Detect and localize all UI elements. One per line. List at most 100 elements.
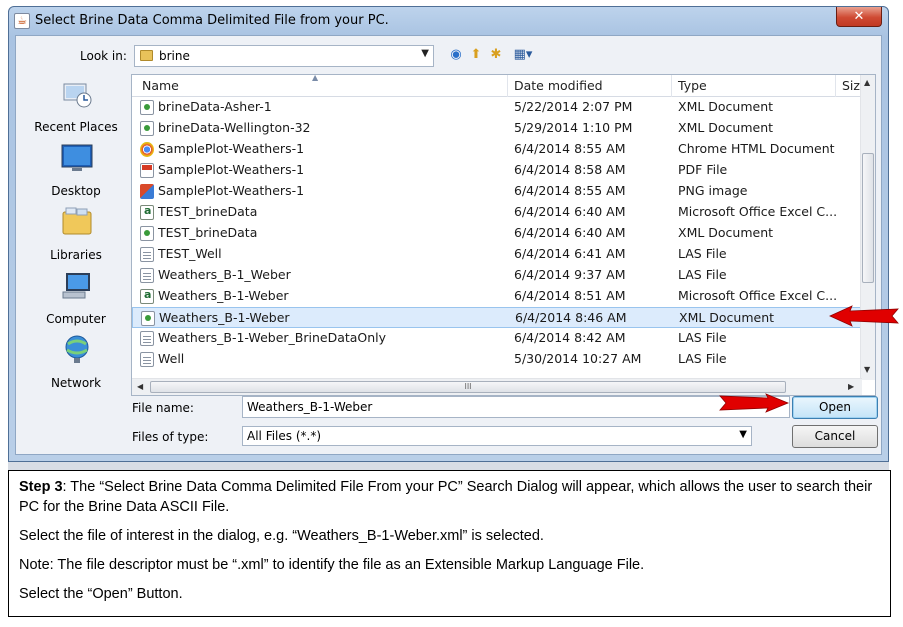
scroll-down-icon[interactable]: ▼ [864, 365, 870, 374]
horizontal-scroll-thumb[interactable]: III [150, 381, 786, 393]
java-icon: ☕ [14, 13, 30, 29]
table-row[interactable]: brineData-Asher-1 5/22/2014 2:07 PM XML Do… [132, 97, 862, 118]
look-in-label: Look in: [80, 49, 127, 63]
table-row[interactable]: TEST_brineData 6/4/2014 6:40 AM XML Docume… [132, 223, 862, 244]
las-file-icon [140, 247, 154, 262]
red-arrow-icon [719, 393, 790, 413]
file-type-cell: XML Document [678, 99, 774, 114]
background-strip [8, 462, 889, 470]
xml-file-icon [140, 100, 154, 115]
folder-icon [140, 50, 153, 61]
date-modified-cell: 6/4/2014 8:51 AM [514, 288, 626, 303]
chevron-down-icon[interactable]: ▼ [739, 429, 747, 440]
place-computer[interactable]: Computer [20, 270, 132, 330]
vertical-scrollbar[interactable]: ▲ ▼ [860, 75, 875, 380]
caption-line: Select the “Open” Button. [19, 586, 183, 602]
file-name-cell: brineData-Asher-1 [158, 99, 272, 114]
table-row[interactable]: TEST_Well 6/4/2014 6:41 AM LAS File [132, 244, 862, 265]
file-list-header: ▲ Name Date modified Type Size [132, 74, 868, 97]
file-type-cell: XML Document [679, 310, 775, 325]
place-recent-places[interactable]: Recent Places [20, 78, 132, 138]
xml-file-icon [141, 311, 155, 326]
place-desktop[interactable]: Desktop [20, 142, 132, 202]
date-modified-cell: 6/4/2014 8:58 AM [514, 162, 626, 177]
file-name-cell: TEST_brineData [158, 204, 258, 219]
column-divider[interactable] [507, 75, 508, 97]
table-row[interactable]: brineData-Wellington-32 5/29/2014 1:10 PM… [132, 118, 862, 139]
table-row[interactable]: SamplePlot-Weathers-1 6/4/2014 8:55 AM PNG… [132, 181, 862, 202]
date-modified-cell: 5/30/2014 10:27 AM [514, 351, 642, 366]
date-modified-cell: 6/4/2014 9:37 AM [514, 267, 626, 282]
file-type-cell: LAS File [678, 246, 727, 261]
las-file-icon [140, 331, 154, 346]
file-name-cell: Well [158, 351, 185, 366]
files-of-type-value: All Files (*.*) [247, 429, 322, 443]
place-label: Computer [46, 312, 106, 326]
table-row[interactable]: Weathers_B-1-Weber 6/4/2014 8:46 AM XML Do… [132, 307, 862, 328]
look-in-value: brine [159, 49, 190, 63]
files-of-type-combo[interactable]: All Files (*.*) ▼ [242, 426, 752, 446]
place-libraries[interactable]: Libraries [20, 206, 132, 266]
column-header-type[interactable]: Type [678, 78, 707, 93]
column-divider[interactable] [835, 75, 836, 97]
file-name-cell: SamplePlot-Weathers-1 [158, 141, 305, 156]
place-network[interactable]: Network [20, 334, 132, 394]
scroll-up-icon[interactable]: ▲ [864, 78, 870, 87]
window-title: Select Brine Data Comma Delimited File f… [35, 13, 389, 28]
column-divider[interactable] [671, 75, 672, 97]
file-name-cell: Weathers_B-1_Weber [158, 267, 291, 282]
png-file-icon [140, 184, 154, 199]
file-type-cell: XML Document [678, 120, 774, 135]
place-label: Libraries [50, 248, 102, 262]
scroll-left-icon[interactable]: ◀ [137, 382, 143, 391]
close-button[interactable]: ✕ [836, 7, 882, 27]
file-type-cell: XML Document [678, 225, 774, 240]
caption-step-text: : The “Select Brine Data Comma Delimited… [19, 479, 873, 515]
file-name-input[interactable]: Weathers_B-1-Weber [242, 396, 790, 418]
back-icon[interactable]: ◉ [448, 47, 464, 63]
las-file-icon [140, 352, 154, 367]
date-modified-cell: 6/4/2014 8:46 AM [515, 310, 627, 325]
table-row[interactable]: Weathers_B-1-Weber_BrineDataOnly 6/4/2014… [132, 328, 862, 349]
date-modified-cell: 6/4/2014 6:41 AM [514, 246, 626, 261]
file-list[interactable]: ▲ Name Date modified Type Size brineData… [131, 74, 876, 396]
file-name-cell: SamplePlot-Weathers-1 [158, 183, 305, 198]
date-modified-cell: 6/4/2014 6:40 AM [514, 204, 626, 219]
up-folder-icon[interactable]: ⬆ [468, 47, 484, 63]
file-type-cell: Microsoft Office Excel C... [678, 288, 838, 303]
recent-places-icon [63, 83, 92, 108]
chevron-down-icon[interactable]: ▼ [421, 48, 429, 59]
title-bar[interactable]: ☕ Select Brine Data Comma Delimited File… [9, 7, 888, 35]
look-in-combo[interactable]: brine ▼ [134, 45, 434, 67]
table-row[interactable]: Weathers_B-1_Weber 6/4/2014 9:37 AM LAS Fi… [132, 265, 862, 286]
date-modified-cell: 6/4/2014 8:42 AM [514, 330, 626, 345]
table-row[interactable]: Well 5/30/2014 10:27 AM LAS File [132, 349, 862, 370]
sort-ascending-icon: ▲ [312, 74, 319, 82]
instruction-caption: Step 3: The “Select Brine Data Comma Del… [8, 470, 891, 617]
scroll-right-icon[interactable]: ▶ [848, 382, 854, 391]
caption-line: Select the file of interest in the dialo… [19, 528, 544, 544]
desktop-icon [61, 144, 93, 171]
chrome-file-icon [140, 142, 154, 157]
file-type-cell: Microsoft Office Excel C... [678, 204, 838, 219]
excel-file-icon [140, 288, 154, 304]
table-row[interactable]: TEST_brineData 6/4/2014 6:40 AM Microsoft … [132, 202, 862, 223]
new-folder-icon[interactable]: ✱ [488, 47, 504, 63]
table-row[interactable]: SamplePlot-Weathers-1 6/4/2014 8:58 AM PDF… [132, 160, 862, 181]
view-menu-icon[interactable]: ▦▾ [510, 47, 536, 63]
vertical-scroll-thumb[interactable] [862, 153, 874, 283]
file-type-cell: PDF File [678, 162, 728, 177]
date-modified-cell: 6/4/2014 6:40 AM [514, 225, 626, 240]
open-button[interactable]: Open [792, 396, 878, 419]
file-name-cell: TEST_brineData [158, 225, 258, 240]
table-row[interactable]: SamplePlot-Weathers-1 6/4/2014 8:55 AM Chr… [132, 139, 862, 160]
column-header-name[interactable]: Name [142, 78, 179, 93]
las-file-icon [140, 268, 154, 283]
place-label: Network [50, 376, 102, 390]
caption-step: Step 3: The “Select Brine Data Comma Del… [19, 477, 880, 517]
caption-step-label: Step 3 [19, 479, 63, 495]
column-header-date[interactable]: Date modified [514, 78, 603, 93]
table-row[interactable]: Weathers_B-1-Weber 6/4/2014 8:51 AM Micros… [132, 286, 862, 307]
caption-line: Note: The file descriptor must be “.xml”… [19, 557, 645, 573]
cancel-button[interactable]: Cancel [792, 425, 878, 448]
